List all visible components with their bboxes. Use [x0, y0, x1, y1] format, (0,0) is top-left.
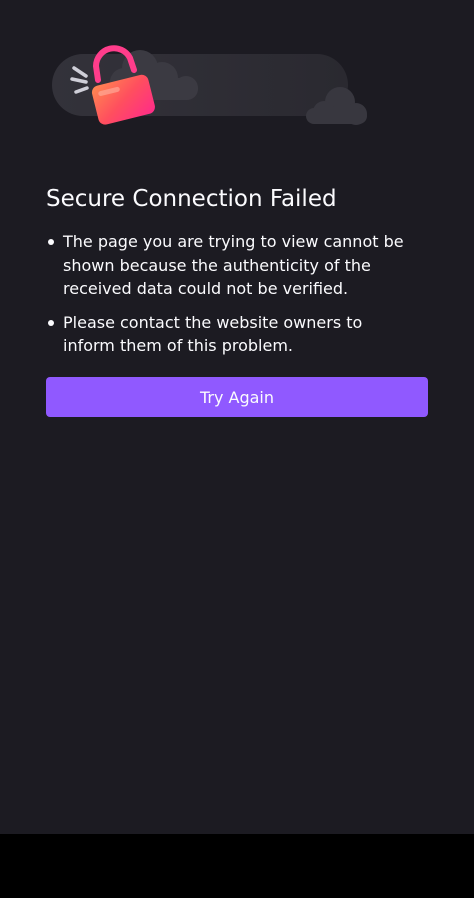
- broken-lock-icon: [52, 45, 367, 125]
- try-again-button[interactable]: Try Again: [46, 377, 428, 417]
- error-reason-item: Please contact the website owners to inf…: [46, 311, 406, 358]
- error-reasons-list: The page you are trying to view cannot b…: [46, 230, 406, 368]
- broken-lock-illustration: [40, 40, 380, 140]
- error-title: Secure Connection Failed: [46, 186, 337, 212]
- error-page: Secure Connection Failed The page you ar…: [0, 0, 474, 834]
- error-reason-item: The page you are trying to view cannot b…: [46, 230, 406, 301]
- bullet-icon: [48, 239, 54, 245]
- error-reason-text: The page you are trying to view cannot b…: [63, 232, 404, 298]
- error-reason-text: Please contact the website owners to inf…: [63, 312, 363, 356]
- system-navigation-bar: [0, 834, 474, 898]
- bullet-icon: [48, 319, 54, 326]
